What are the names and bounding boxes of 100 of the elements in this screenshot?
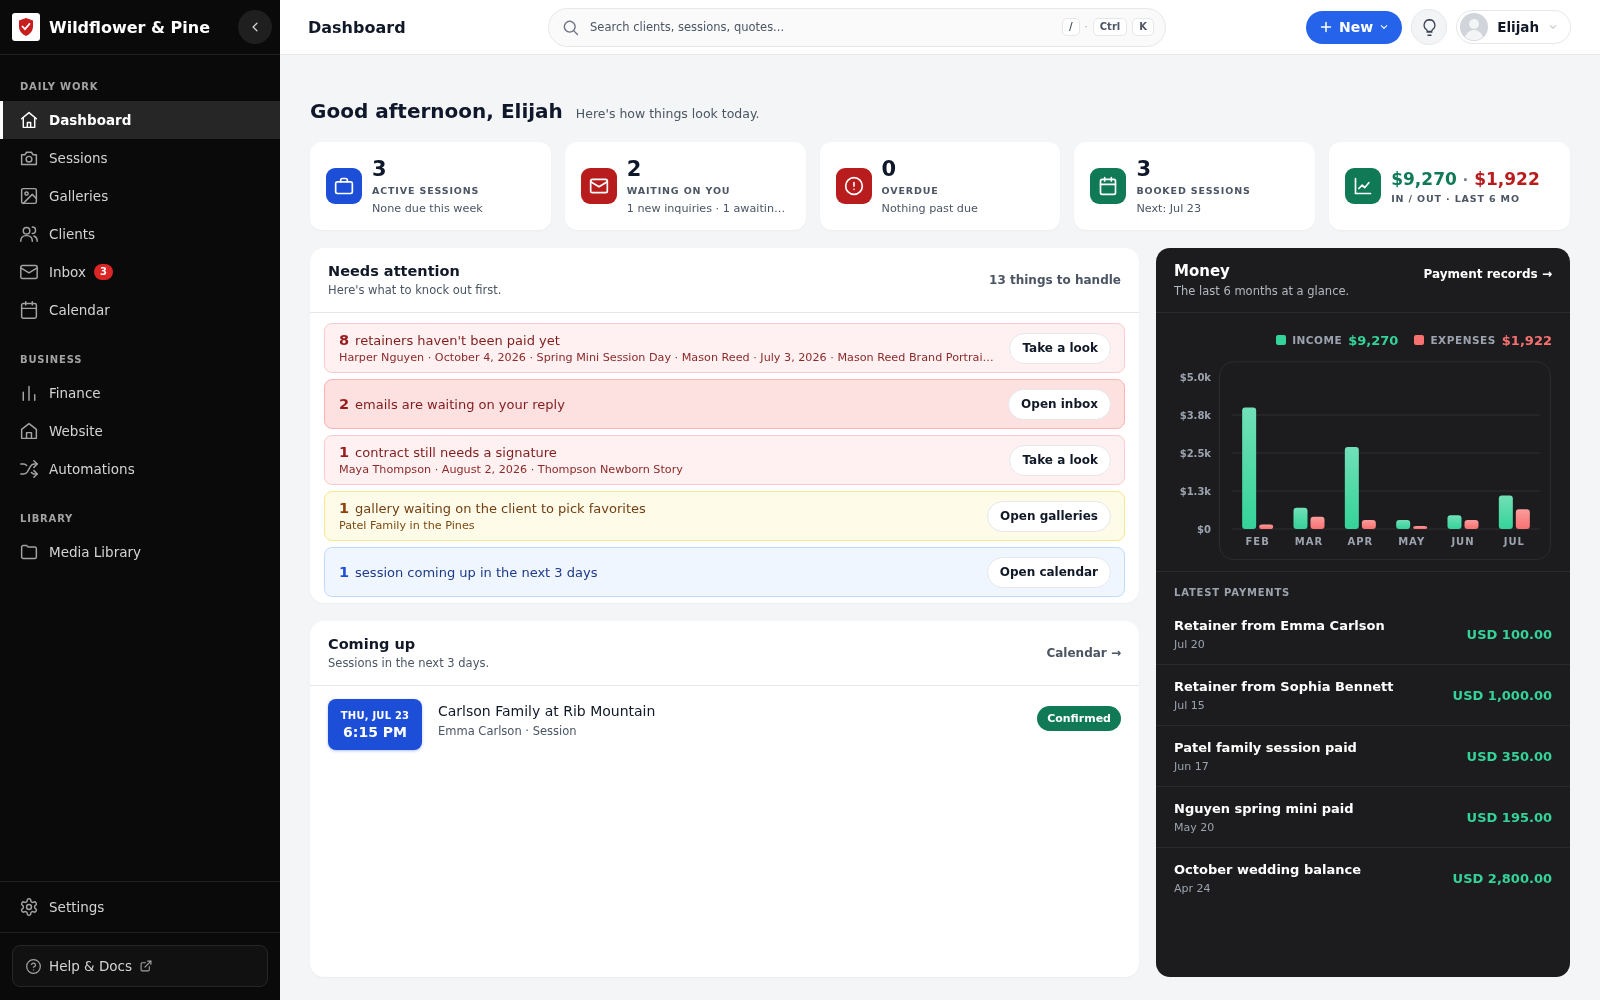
- summary-count: 13 things to handle: [989, 273, 1121, 287]
- payment-amount: USD 2,800.00: [1452, 870, 1552, 886]
- shortcut-separator: ·: [1084, 21, 1088, 32]
- unread-badge: 3: [93, 264, 113, 280]
- item-title: session coming up in the next 3 days: [355, 565, 598, 580]
- session-detail: Emma Carlson · Session: [438, 724, 578, 738]
- action-button[interactable]: Open inbox: [1008, 388, 1111, 420]
- axis-label: FEB: [1245, 536, 1270, 547]
- nav-item[interactable]: Media Library: [0, 533, 280, 571]
- axis-label: $3.8k: [1179, 410, 1211, 421]
- status-badge: Confirmed: [1037, 705, 1121, 731]
- folder-icon: [20, 543, 38, 561]
- payment-date: Apr 24: [1174, 881, 1212, 895]
- payment-title: Retainer from Emma Carlson: [1174, 617, 1385, 633]
- item-count: 1: [339, 500, 350, 516]
- panel-title: Coming up: [328, 636, 417, 652]
- caret-icon: [1548, 22, 1558, 32]
- shield-logo-icon: [12, 13, 40, 41]
- nav-item[interactable]: Clients: [0, 215, 280, 253]
- panel-title: Needs attention: [328, 263, 461, 279]
- income-total: $9,270: [1391, 168, 1457, 189]
- payment-title: Retainer from Sophia Bennett: [1174, 678, 1394, 694]
- payment-amount: USD 100.00: [1466, 626, 1552, 642]
- payment-records-link[interactable]: Payment records →: [1423, 267, 1552, 281]
- calendar-link[interactable]: Calendar →: [1046, 646, 1121, 660]
- avatar-icon: [1460, 13, 1489, 41]
- expense-bar: [1361, 519, 1376, 529]
- stat-value: 3: [372, 157, 388, 181]
- action-button[interactable]: Take a look: [1009, 444, 1111, 476]
- income-bar: [1396, 519, 1411, 529]
- axis-label: APR: [1347, 536, 1374, 547]
- axis-label: $0: [1197, 524, 1211, 535]
- nav-item[interactable]: Dashboard: [0, 101, 280, 139]
- payment-date: Jul 20: [1174, 637, 1206, 651]
- item-title: retainers haven't been paid yet: [355, 333, 560, 348]
- item-title: emails are waiting on your reply: [355, 397, 565, 412]
- payment-amount: USD 195.00: [1466, 809, 1552, 825]
- nav-item[interactable]: Automations: [0, 450, 280, 488]
- nav-item[interactable]: Finance: [0, 374, 280, 412]
- help-icon: [26, 958, 41, 974]
- action-button[interactable]: Open calendar: [986, 556, 1111, 588]
- new-button[interactable]: New: [1306, 10, 1403, 44]
- item-count: 1: [339, 564, 350, 580]
- item-detail: Maya Thompson · August 2, 2026 · Thompson Newborn Story: [339, 463, 684, 476]
- axis-label: $2.5k: [1179, 448, 1211, 459]
- panel-subtitle: The last 6 months at a glance.: [1174, 284, 1350, 298]
- session-day: THU, JUL 23: [340, 709, 410, 721]
- greeting-subtitle: Here's how things look today.: [575, 105, 760, 123]
- stat-label: WAITING ON YOU: [626, 185, 732, 196]
- stat-label: OVERDUE: [881, 185, 940, 196]
- payment-date: May 20: [1174, 820, 1216, 834]
- user-menu[interactable]: Elijah: [1456, 10, 1571, 44]
- panel-subtitle: Sessions in the next 3 days.: [328, 656, 490, 670]
- home-icon: [20, 111, 38, 129]
- item-count: 8: [339, 332, 350, 348]
- action-button[interactable]: Take a look: [1009, 332, 1111, 364]
- help-link[interactable]: Help & Docs: [12, 945, 268, 987]
- stat-note: Nothing past due: [881, 202, 978, 215]
- income-bar: [1498, 495, 1513, 529]
- stat-note: None due this week: [372, 202, 483, 215]
- section-heading: LIBRARY: [19, 512, 75, 526]
- expense-bar: [1515, 509, 1530, 529]
- payment-title: Patel family session paid: [1174, 739, 1357, 755]
- stat-value: 3: [1136, 157, 1152, 181]
- axis-label: JUL: [1503, 536, 1525, 547]
- session-time: 6:15 PM: [343, 723, 407, 740]
- stat-value: 0: [881, 157, 898, 181]
- stat-label: BOOKED SESSIONS: [1136, 185, 1251, 196]
- total-separator: ·: [1462, 171, 1469, 188]
- nav-item[interactable]: Galleries: [0, 177, 280, 215]
- nav-item[interactable]: Calendar: [0, 291, 280, 329]
- item-count: 2: [339, 396, 350, 412]
- camera-icon: [20, 149, 38, 167]
- external-link-icon: [140, 960, 152, 972]
- item-title: gallery waiting on the client to pick favorites: [355, 501, 646, 516]
- tips-button[interactable]: [1411, 9, 1448, 45]
- item-title: contract still needs a signature: [355, 445, 557, 460]
- stat-note: Next: Jul 23: [1136, 202, 1203, 215]
- axis-label: $5.0k: [1179, 372, 1211, 383]
- payment-amount: USD 1,000.00: [1452, 687, 1552, 703]
- axis-label: MAY: [1398, 536, 1426, 547]
- income-bar: [1293, 507, 1308, 529]
- users-icon: [20, 225, 38, 243]
- section-heading: LATEST PAYMENTS: [1173, 586, 1292, 600]
- page-title: Dashboard: [308, 17, 407, 37]
- payment-title: Nguyen spring mini paid: [1174, 800, 1354, 816]
- nav-item[interactable]: Sessions: [0, 139, 280, 177]
- bar-chart-icon: [20, 384, 38, 402]
- nav-item[interactable]: Inbox 3: [0, 253, 280, 291]
- nav-item[interactable]: Website: [0, 412, 280, 450]
- greeting-title: Good afternoon, Elijah: [310, 98, 563, 125]
- lightbulb-icon: [1420, 18, 1438, 36]
- settings-link[interactable]: Settings: [0, 889, 105, 925]
- calendar-icon: [20, 301, 38, 319]
- image-icon: [20, 187, 38, 205]
- item-count: 1: [339, 444, 350, 460]
- action-button[interactable]: Open galleries: [987, 500, 1111, 532]
- expense-bar: [1310, 516, 1325, 529]
- payment-date: Jun 17: [1174, 759, 1210, 773]
- collapse-button[interactable]: [238, 10, 272, 44]
